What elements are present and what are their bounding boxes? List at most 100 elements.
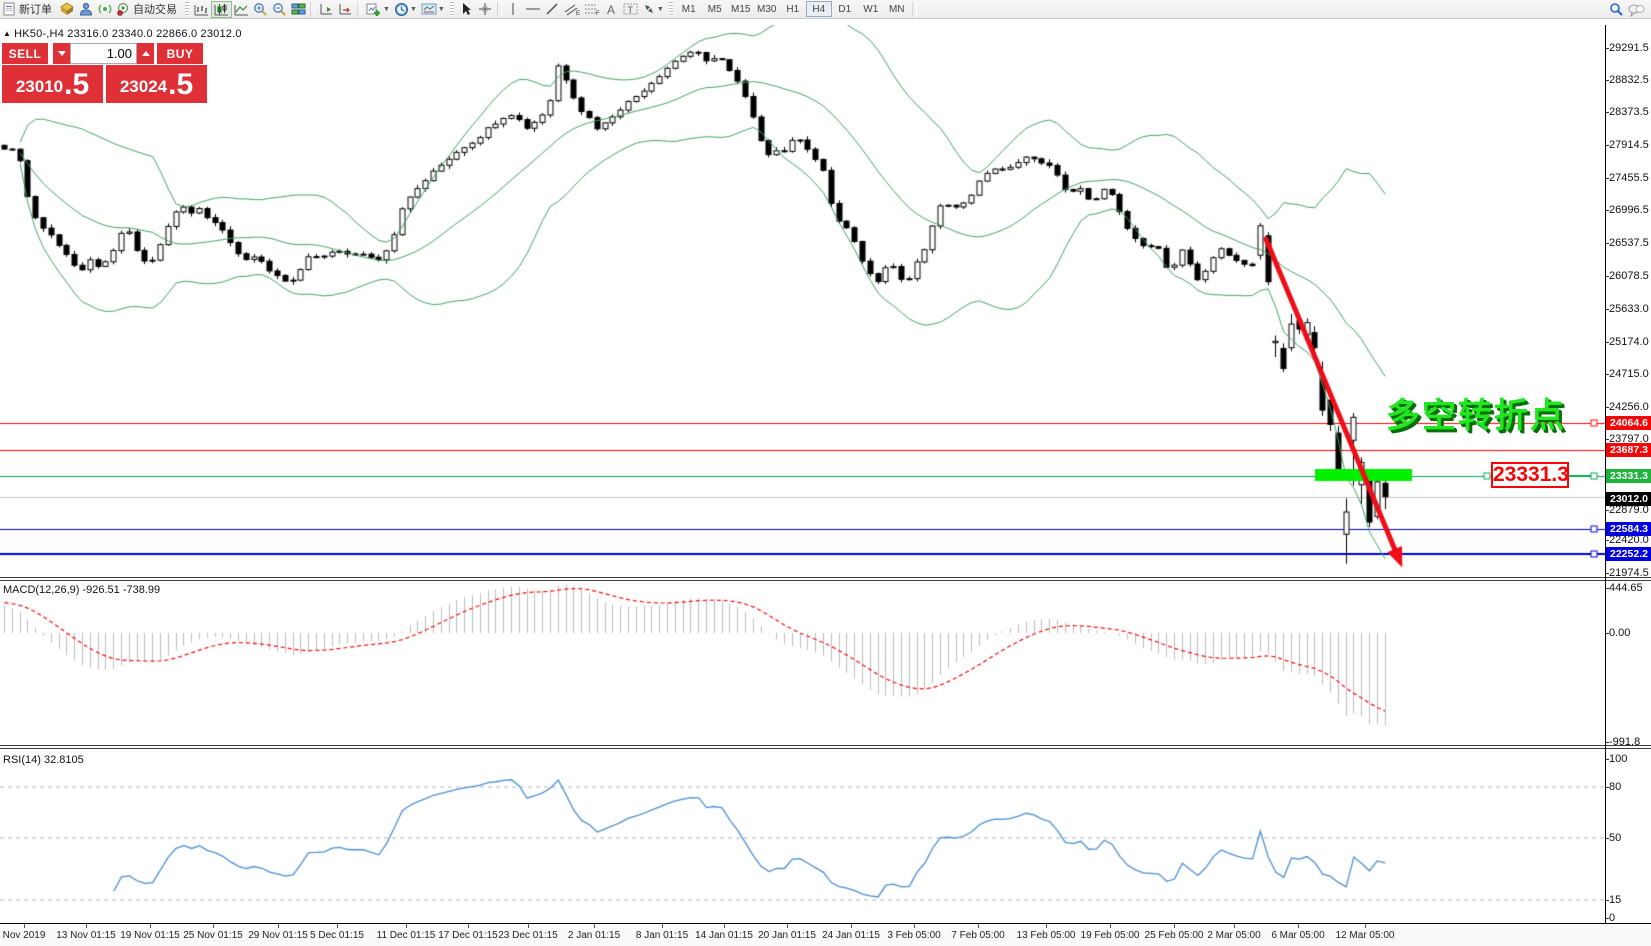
toolbar-separator: [357, 2, 362, 17]
indicator-window-button[interactable]: [317, 1, 336, 18]
price-axis-badge: 24064.6: [1606, 416, 1651, 430]
timeframe-h1[interactable]: H1: [780, 1, 806, 17]
period-button[interactable]: ▼: [392, 1, 419, 18]
turning-point-annotation: 多空转折点: [1386, 388, 1566, 437]
zoom-out-icon: [272, 2, 287, 17]
collapse-panel-icon[interactable]: ▲: [3, 29, 11, 38]
cursor-arrow-icon: [460, 2, 473, 16]
buy-price-button[interactable]: 23024.5: [106, 65, 207, 103]
zoom-in-icon: [253, 2, 268, 17]
line-chart-mode-button[interactable]: [232, 1, 251, 18]
macd-label: MACD(12,26,9) -926.51 -738.99: [3, 584, 160, 596]
main-chart-canvas[interactable]: [0, 25, 1605, 578]
sell-button[interactable]: SELL: [2, 43, 48, 64]
chart-header: ▲HK50-,H4 23316.0 23340.0 22866.0 23012.…: [3, 28, 242, 40]
search-button[interactable]: [1607, 1, 1626, 18]
time-tick: [406, 924, 407, 928]
text-label-tool[interactable]: T: [621, 1, 640, 18]
text-tool[interactable]: A: [602, 1, 621, 18]
sell-price-button[interactable]: 23010.5: [2, 65, 103, 103]
candlestick-icon: [214, 2, 229, 16]
svg-text:T: T: [627, 5, 633, 15]
toolbar-separator: [310, 2, 315, 17]
new-order-icon: [2, 2, 16, 16]
time-tick: [914, 924, 915, 928]
sell-price-pip: .5: [64, 70, 89, 100]
candle-chart-mode-button[interactable]: [211, 1, 232, 18]
price-axis-badge: 22584.3: [1606, 522, 1651, 536]
time-axis-label: 2 Jan 01:15: [568, 930, 620, 941]
zoom-in-button[interactable]: [251, 1, 270, 18]
price-axis-badge: 23331.3: [1606, 469, 1651, 483]
time-axis-label: 11 Dec 01:15: [377, 930, 436, 941]
timeframe-w1[interactable]: W1: [858, 1, 884, 17]
zoom-out-button[interactable]: [270, 1, 289, 18]
indicator-axis-label: 50: [1609, 832, 1621, 844]
vertical-line-tool[interactable]: [504, 1, 523, 18]
time-tick: [1234, 924, 1235, 928]
time-tick: [337, 924, 338, 928]
crosshair-tool-button[interactable]: [476, 1, 495, 18]
template-icon: [421, 2, 437, 16]
timeframe-m5[interactable]: M5: [702, 1, 728, 17]
price-axis-label: 25633.0: [1609, 303, 1649, 315]
new-chart-button[interactable]: ▼: [364, 1, 392, 18]
signals-button[interactable]: [95, 1, 114, 18]
tile-windows-button[interactable]: [289, 1, 308, 18]
fibonacci-tool[interactable]: F: [582, 1, 602, 18]
volume-input[interactable]: [70, 43, 137, 64]
toolbar-separator: [912, 2, 917, 17]
volume-decrease-button[interactable]: [53, 43, 70, 64]
time-tick: [278, 924, 279, 928]
buy-button[interactable]: BUY: [157, 43, 203, 64]
volume-increase-button[interactable]: [137, 43, 154, 64]
price-axis-label: 24715.0: [1609, 368, 1649, 380]
indicator-axis-label: 0.00: [1609, 627, 1630, 639]
panel-splitter[interactable]: [0, 745, 1651, 749]
equidistant-channel-tool[interactable]: E: [562, 1, 582, 18]
price-tag-label[interactable]: 23331.3: [1491, 462, 1569, 488]
new-order-button[interactable]: 新订单: [0, 1, 57, 18]
depth-of-market-button[interactable]: [336, 1, 355, 18]
horizontal-line-tool[interactable]: [523, 1, 543, 18]
text-label-icon: T: [623, 2, 638, 16]
autotrading-button[interactable]: 自动交易: [114, 1, 182, 18]
trendline-tool[interactable]: [543, 1, 562, 18]
price-axis-label: 28373.5: [1609, 106, 1649, 118]
timeframe-h4[interactable]: H4: [806, 1, 832, 17]
price-axis-label: 27914.5: [1609, 139, 1649, 151]
svg-text:E: E: [576, 11, 580, 16]
toolbar-grip: [669, 2, 673, 16]
timeframe-m15[interactable]: M15: [728, 1, 754, 17]
time-tick: [1046, 924, 1047, 928]
template-button[interactable]: ▼: [419, 1, 447, 18]
time-axis-label: 3 Feb 05:00: [887, 930, 940, 941]
shapes-arrows-icon: [642, 2, 656, 16]
timeframe-d1[interactable]: D1: [832, 1, 858, 17]
time-axis-label: 20 Jan 01:15: [758, 930, 816, 941]
chevron-down-icon: ▼: [383, 6, 390, 13]
buy-price-int: 23024: [120, 74, 167, 100]
timeframe-mn[interactable]: MN: [884, 1, 910, 17]
market-watch-button[interactable]: [57, 1, 76, 18]
market-watch-icon: [60, 2, 74, 16]
rsi-panel-canvas[interactable]: [0, 750, 1605, 923]
timeframe-m30[interactable]: M30: [754, 1, 780, 17]
bar-chart-mode-button[interactable]: [192, 1, 211, 18]
main-toolbar: 新订单 自动交易: [0, 0, 1651, 19]
macd-panel-canvas[interactable]: [0, 581, 1605, 746]
timeframe-m1[interactable]: M1: [676, 1, 702, 17]
time-tick: [851, 924, 852, 928]
price-axis-label: 27455.5: [1609, 172, 1649, 184]
contacts-button[interactable]: [76, 1, 95, 18]
time-tick: [24, 924, 25, 928]
chat-button[interactable]: [1626, 1, 1647, 18]
sell-price-int: 23010: [16, 74, 63, 100]
panel-splitter[interactable]: [0, 577, 1651, 581]
toolbar-grip: [450, 2, 454, 16]
time-tick: [978, 924, 979, 928]
time-tick: [86, 924, 87, 928]
time-axis-label: 23 Dec 01:15: [498, 930, 558, 941]
arrows-tool-button[interactable]: ▼: [640, 1, 666, 18]
cursor-tool-button[interactable]: [457, 1, 476, 18]
